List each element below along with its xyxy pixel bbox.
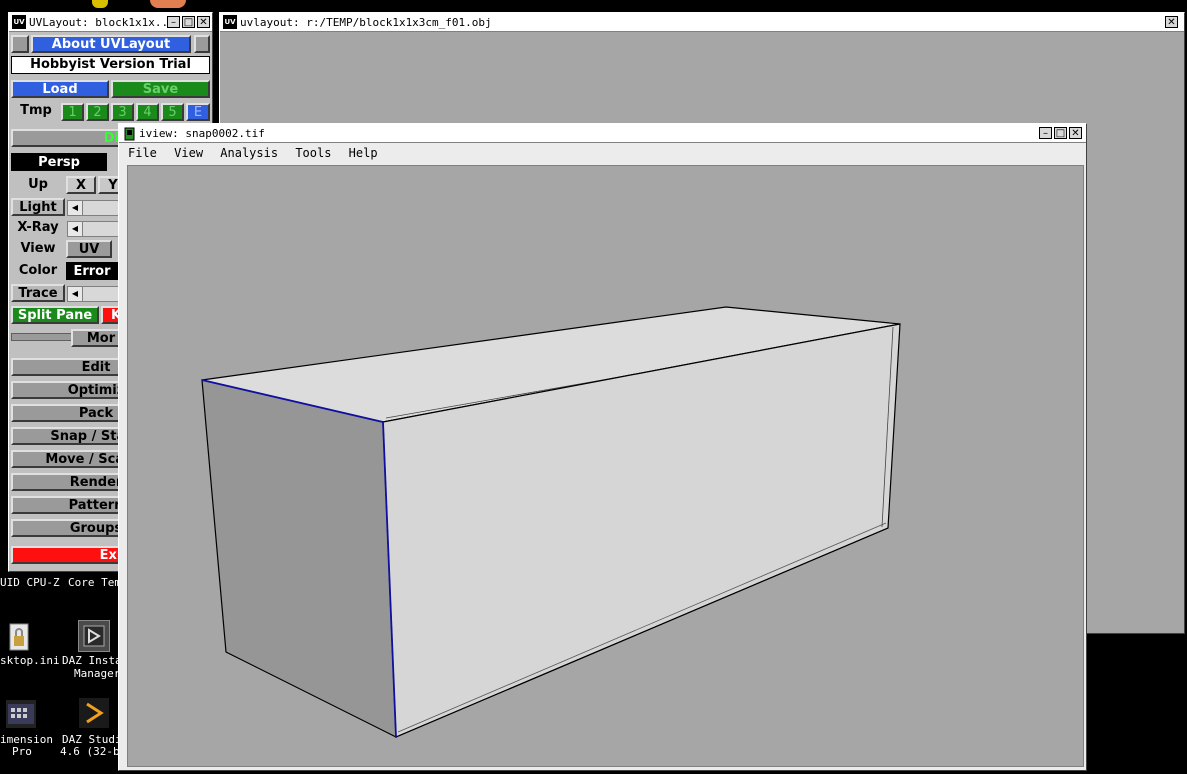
box-left-face — [201, 379, 397, 738]
iview-menubar: File View Analysis Tools Help — [119, 143, 1086, 163]
uvlayout-panel-titlebar[interactable]: UV UVLayout: block1x1x... – □ ✕ — [9, 13, 212, 32]
uvlayout-main-title: uvlayout: r:/TEMP/block1x1x3cm_f01.obj — [240, 15, 492, 29]
uvlayout-main-titlebar[interactable]: UV uvlayout: r:/TEMP/block1x1x3cm_f01.ob… — [220, 13, 1184, 32]
menu-tools[interactable]: Tools — [295, 146, 331, 160]
tmp-slot-e[interactable]: E — [186, 103, 210, 121]
persp-button[interactable]: Persp — [11, 153, 107, 171]
desktop-icon-dazinstall-label2[interactable]: Manager — [74, 667, 120, 680]
dimension-pro-icon[interactable] — [6, 700, 36, 728]
uvlayout-panel-title: UVLayout: block1x1x... — [29, 15, 167, 29]
daz-studio-icon[interactable] — [79, 698, 109, 728]
split-pane-button[interactable]: Split Pane — [11, 306, 99, 324]
menu-analysis[interactable]: Analysis — [220, 146, 278, 160]
view-uv-button[interactable]: UV — [66, 240, 112, 258]
tmp-slot-2[interactable]: 2 — [86, 103, 109, 121]
trace-button[interactable]: Trace — [11, 284, 65, 302]
desktop-icon-desktopini-label[interactable]: sktop.ini — [0, 654, 60, 667]
about-uvlayout-button[interactable]: About UVLayout — [31, 35, 191, 53]
taskbar-icon-fragment — [92, 0, 108, 8]
close-icon[interactable]: ✕ — [1165, 16, 1178, 28]
slider-left-arrow-icon[interactable]: ◀ — [68, 201, 83, 215]
iview-window[interactable]: iview: snap0002.tif – □ ✕ File View Anal… — [118, 123, 1087, 771]
up-label: Up — [28, 177, 48, 192]
close-icon[interactable]: ✕ — [197, 16, 210, 28]
rendered-box-image — [201, 306, 901, 738]
save-button[interactable]: Save — [111, 80, 210, 98]
slider-left-arrow-icon[interactable]: ◀ — [68, 222, 83, 236]
tmp-slot-1[interactable]: 1 — [61, 103, 84, 121]
iview-image-viewport[interactable] — [127, 165, 1084, 767]
desktop-ini-icon[interactable] — [6, 622, 32, 652]
iview-titlebar[interactable]: iview: snap0002.tif – □ ✕ — [119, 124, 1086, 143]
desktop-icon-dazinstall-label1[interactable]: DAZ Insta — [62, 654, 122, 667]
maximize-icon[interactable]: □ — [1054, 127, 1067, 139]
menu-view[interactable]: View — [174, 146, 203, 160]
desktop-icon-cpuz-label[interactable]: UID CPU-Z — [0, 576, 60, 589]
slider-left-arrow-icon[interactable]: ◀ — [68, 287, 83, 301]
panel-left-toggle[interactable] — [11, 35, 29, 53]
desktop-icon-dazstudio-label2[interactable]: 4.6 (32-bi — [60, 745, 126, 758]
tmp-slot-5[interactable]: 5 — [161, 103, 184, 121]
iview-title: iview: snap0002.tif — [139, 126, 265, 140]
iview-app-icon — [122, 126, 136, 141]
color-error-button[interactable]: Error — [66, 262, 118, 280]
load-button[interactable]: Load — [11, 80, 109, 98]
xray-label: X-Ray — [17, 220, 59, 235]
uvlayout-app-icon: UV — [12, 15, 26, 29]
daz-install-manager-icon[interactable] — [78, 620, 110, 652]
taskbar-icon-fragment — [150, 0, 186, 8]
more-slider-track[interactable] — [11, 333, 73, 341]
color-label: Color — [18, 263, 58, 278]
view-label: View — [20, 241, 56, 256]
minimize-icon[interactable]: – — [167, 16, 180, 28]
menu-help[interactable]: Help — [349, 146, 378, 160]
maximize-icon[interactable]: □ — [182, 16, 195, 28]
tmp-slot-4[interactable]: 4 — [136, 103, 159, 121]
light-button[interactable]: Light — [11, 198, 65, 216]
uvlayout-app-icon: UV — [223, 15, 237, 29]
panel-right-toggle[interactable] — [194, 35, 210, 53]
edition-label: Hobbyist Version Trial — [11, 56, 210, 74]
menu-file[interactable]: File — [128, 146, 157, 160]
close-icon[interactable]: ✕ — [1069, 127, 1082, 139]
desktop-icon-dimension-label2[interactable]: Pro — [12, 745, 32, 758]
tmp-label: Tmp — [20, 103, 52, 118]
up-x-button[interactable]: X — [66, 176, 96, 194]
tmp-slot-3[interactable]: 3 — [111, 103, 134, 121]
minimize-icon[interactable]: – — [1039, 127, 1052, 139]
